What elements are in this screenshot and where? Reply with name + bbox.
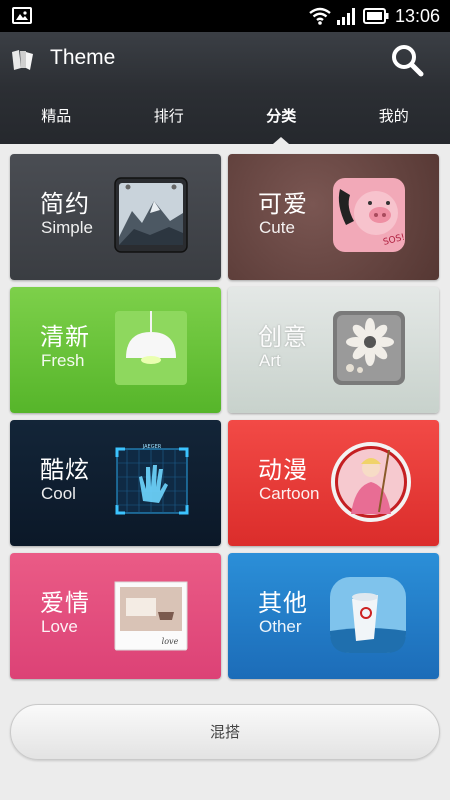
mix-button[interactable]: 混搭 [10,704,440,760]
category-card-cute[interactable]: 可爱 Cute SOS! [228,154,439,280]
signal-icon [336,8,355,25]
hand-scanner-thumbnail-icon: JAEGER [115,444,189,515]
mountain-thumbnail-icon [114,177,188,253]
clock: 13:06 [394,5,440,26]
photo-caption: love [162,637,179,646]
category-card-cartoon[interactable]: 动漫 Cartoon [228,420,439,546]
theme-app-icon [12,50,33,70]
cup-thumbnail-icon [330,577,406,653]
category-name-cn: 酷炫 [40,456,90,484]
category-name-en: Love [41,617,78,636]
tab-mine[interactable]: 我的 [338,88,450,144]
app-bar: Theme [0,32,450,88]
category-card-art[interactable]: 创意 Art [228,287,439,413]
category-card-cool[interactable]: 酷炫 Cool JAEGER [10,420,221,546]
category-name-cn: 其他 [258,589,308,617]
category-name-en: Art [259,351,281,370]
lamp-thumbnail-icon [115,311,187,385]
battery-icon [362,8,389,24]
wifi-icon [309,7,331,25]
category-name-en: Cool [41,484,76,503]
category-card-fresh[interactable]: 清新 Fresh [10,287,221,413]
tab-featured[interactable]: 精品 [0,88,113,144]
category-grid: 简约 Simple 可爱 Cute SOS! 清新 Fresh 创意 Art 酷… [0,144,450,692]
category-name-cn: 清新 [40,323,90,351]
category-name-cn: 创意 [258,323,308,351]
category-name-en: Simple [41,218,93,237]
love-photo-thumbnail-icon: love [114,581,188,651]
category-card-love[interactable]: 爱情 Love love [10,553,221,679]
flower-thumbnail-icon [333,311,405,385]
category-name-cn: 可爱 [258,190,308,218]
gallery-notification-icon [12,7,32,24]
category-name-cn: 动漫 [258,456,308,484]
category-card-other[interactable]: 其他 Other [228,553,439,679]
status-bar: 13:06 [0,0,450,32]
tab-bar: 精品 排行 分类 我的 [0,88,450,144]
search-button[interactable] [390,43,424,77]
cartoon-character-thumbnail-icon [331,442,411,522]
category-name-en: Cute [259,218,295,237]
category-name-en: Other [259,617,302,636]
category-name-en: Cartoon [259,484,320,503]
pig-phone-thumbnail-icon: SOS! [333,178,406,252]
scanner-label: JAEGER [142,444,162,450]
category-name-cn: 简约 [40,190,90,218]
page-title: Theme [50,46,116,69]
category-card-simple[interactable]: 简约 Simple [10,154,221,280]
category-name-cn: 爱情 [40,589,90,617]
tab-categories[interactable]: 分类 [225,88,338,144]
category-name-en: Fresh [41,351,85,370]
tab-ranking[interactable]: 排行 [113,88,226,144]
